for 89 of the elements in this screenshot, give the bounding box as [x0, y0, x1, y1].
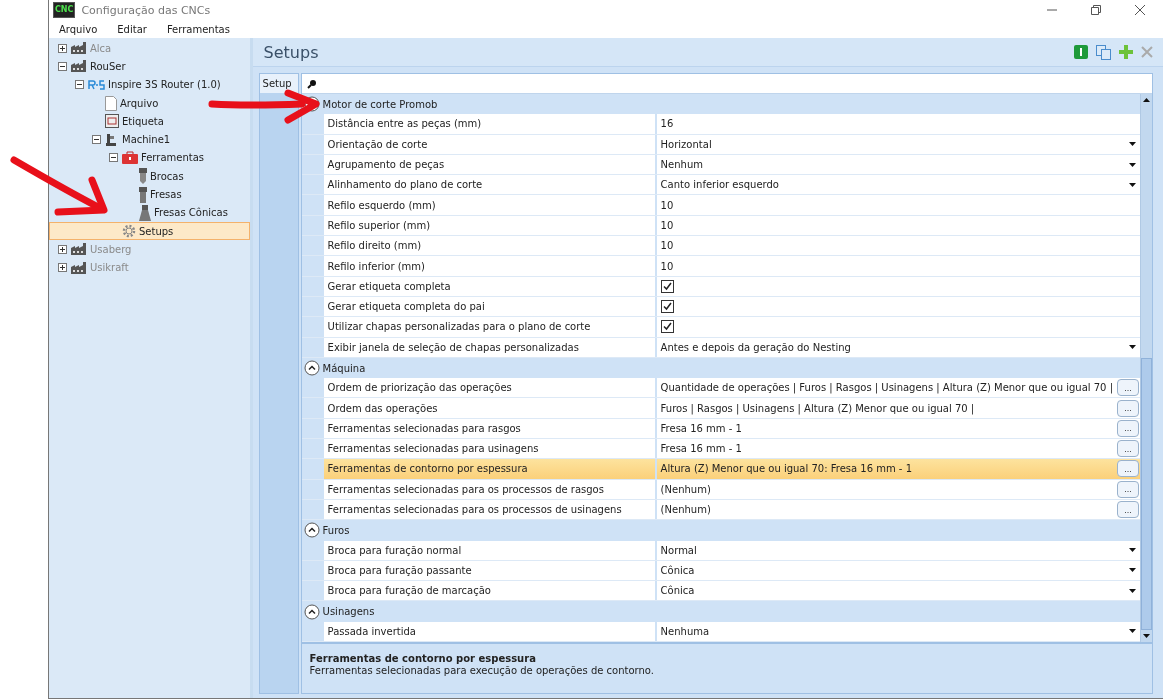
browse-button[interactable]: ... — [1117, 501, 1139, 519]
tree-item[interactable]: Fresas — [49, 185, 250, 204]
property-name[interactable]: Ordem de priorização das operações — [323, 378, 655, 398]
tree-item[interactable]: Setups — [49, 221, 250, 241]
expander-icon[interactable] — [75, 80, 84, 90]
checkbox[interactable] — [660, 320, 674, 334]
scrollbar[interactable] — [1140, 94, 1152, 642]
router-logo-icon — [88, 79, 105, 90]
dropdown-arrow-icon[interactable] — [1129, 629, 1136, 634]
dropdown-arrow-icon[interactable] — [1129, 142, 1136, 147]
expander-icon[interactable] — [109, 153, 118, 163]
tree-item[interactable]: Ferramentas — [49, 148, 250, 168]
property-name[interactable]: Utilizar chapas personalizadas para o plano de corte — [323, 317, 655, 337]
property-value[interactable]: Altura (Z) Menor que ou igual 70: Fresa 16 mm - 1 — [660, 463, 1113, 475]
property-value[interactable]: Quantidade de operações | Furos | Rasgos | Usinagens | Altura (Z) Menor que ou igual 70 | — [660, 382, 1113, 394]
property-name[interactable]: Refilo esquerdo (mm) — [323, 195, 655, 215]
property-value[interactable]: Fresa 16 mm - 1 — [660, 443, 1113, 455]
conical-bit-icon — [139, 204, 151, 221]
toolbox-icon — [122, 151, 138, 165]
dropdown-arrow-icon[interactable] — [1129, 588, 1136, 593]
collapse-icon[interactable] — [303, 603, 320, 620]
menu-item[interactable]: Editar — [117, 23, 147, 35]
description-title: Ferramentas de contorno por espessura — [309, 653, 537, 664]
checkbox[interactable] — [660, 300, 674, 314]
search-field[interactable] — [301, 74, 1152, 94]
factory-icon — [71, 261, 87, 274]
property-name[interactable]: Refilo inferior (mm) — [323, 256, 655, 276]
expander-icon[interactable] — [92, 135, 101, 145]
property-name[interactable]: Alinhamento do plano de corte — [323, 175, 655, 195]
browse-button[interactable]: ... — [1117, 379, 1139, 397]
close-icon[interactable] — [1135, 5, 1145, 15]
tree-item[interactable]: RouSer — [49, 57, 250, 76]
search-icon — [306, 78, 317, 89]
property-name[interactable]: Distância entre as peças (mm) — [323, 114, 655, 134]
category-label: Motor de corte Promob — [322, 98, 438, 110]
panel-title: Setups — [263, 42, 319, 62]
category-label: Usinagens — [322, 606, 375, 618]
browse-button[interactable]: ... — [1117, 419, 1139, 437]
property-name[interactable]: Ordem das operações — [323, 398, 655, 418]
end-mill-icon — [139, 186, 147, 203]
info-icon[interactable] — [1074, 45, 1088, 59]
dropdown-arrow-icon[interactable] — [1129, 162, 1136, 167]
property-value[interactable]: Furos | Rasgos | Usinagens | Altura (Z) Menor que ou igual 70 | — [660, 402, 1113, 414]
drill-bit-icon — [139, 168, 147, 185]
property-value[interactable]: (Nenhum) — [660, 483, 1113, 495]
app-logo: CNC — [53, 2, 76, 18]
menu-item[interactable]: Arquivo — [59, 23, 98, 35]
browse-button[interactable]: ... — [1117, 440, 1139, 458]
property-name[interactable]: Refilo direito (mm) — [323, 236, 655, 256]
category-label: Máquina — [322, 362, 366, 374]
window-title: Configuração das CNCs — [81, 3, 211, 17]
factory-icon — [71, 243, 87, 256]
restore-icon[interactable] — [1091, 5, 1101, 15]
browse-button[interactable]: ... — [1117, 460, 1139, 478]
tree-item[interactable]: Machine1 — [49, 130, 250, 149]
property-value[interactable]: Fresa 16 mm - 1 — [660, 422, 1113, 434]
copy-icon[interactable] — [1096, 44, 1111, 60]
description-text: Ferramentas selecionadas para execução de operações de contorno. — [309, 665, 655, 676]
property-name[interactable]: Ferramentas de contorno por espessura — [323, 459, 655, 479]
document-icon — [105, 95, 117, 111]
label-icon — [105, 114, 119, 129]
tree-item[interactable]: Etiqueta — [49, 112, 250, 131]
setup-tab[interactable]: Setup — [259, 74, 298, 93]
dropdown-arrow-icon[interactable] — [1129, 548, 1136, 553]
menu-item[interactable]: Ferramentas — [166, 23, 230, 35]
property-value[interactable]: (Nenhum) — [660, 504, 1113, 516]
gear-icon — [122, 224, 136, 239]
factory-icon — [71, 42, 87, 55]
browse-button[interactable]: ... — [1117, 399, 1139, 417]
tree-item[interactable]: Arquivo — [49, 93, 250, 113]
scroll-up-icon[interactable] — [1143, 98, 1150, 102]
category-label: Furos — [322, 524, 350, 536]
browse-button[interactable]: ... — [1117, 480, 1139, 498]
scroll-down-icon[interactable] — [1143, 634, 1150, 638]
checkbox[interactable] — [660, 279, 674, 293]
tree-item[interactable]: Fresas Cônicas — [49, 203, 250, 222]
scroll-thumb[interactable] — [1141, 358, 1152, 630]
dropdown-arrow-icon[interactable] — [1129, 182, 1136, 187]
factory-icon — [71, 60, 87, 73]
tree-item[interactable]: Brocas — [49, 167, 250, 186]
dropdown-arrow-icon[interactable] — [1129, 345, 1136, 350]
expander-icon[interactable] — [58, 61, 67, 71]
machine-icon — [105, 132, 119, 147]
property-name[interactable]: Ferramentas selecionadas para usinagens — [323, 439, 655, 459]
property-name[interactable]: Broca para furação de marcação — [323, 581, 655, 601]
collapse-icon[interactable] — [303, 360, 320, 376]
dropdown-arrow-icon[interactable] — [1129, 568, 1136, 573]
collapse-icon[interactable] — [303, 522, 320, 539]
tree-item[interactable]: Inspire 3S Router (1.0) — [49, 75, 250, 94]
